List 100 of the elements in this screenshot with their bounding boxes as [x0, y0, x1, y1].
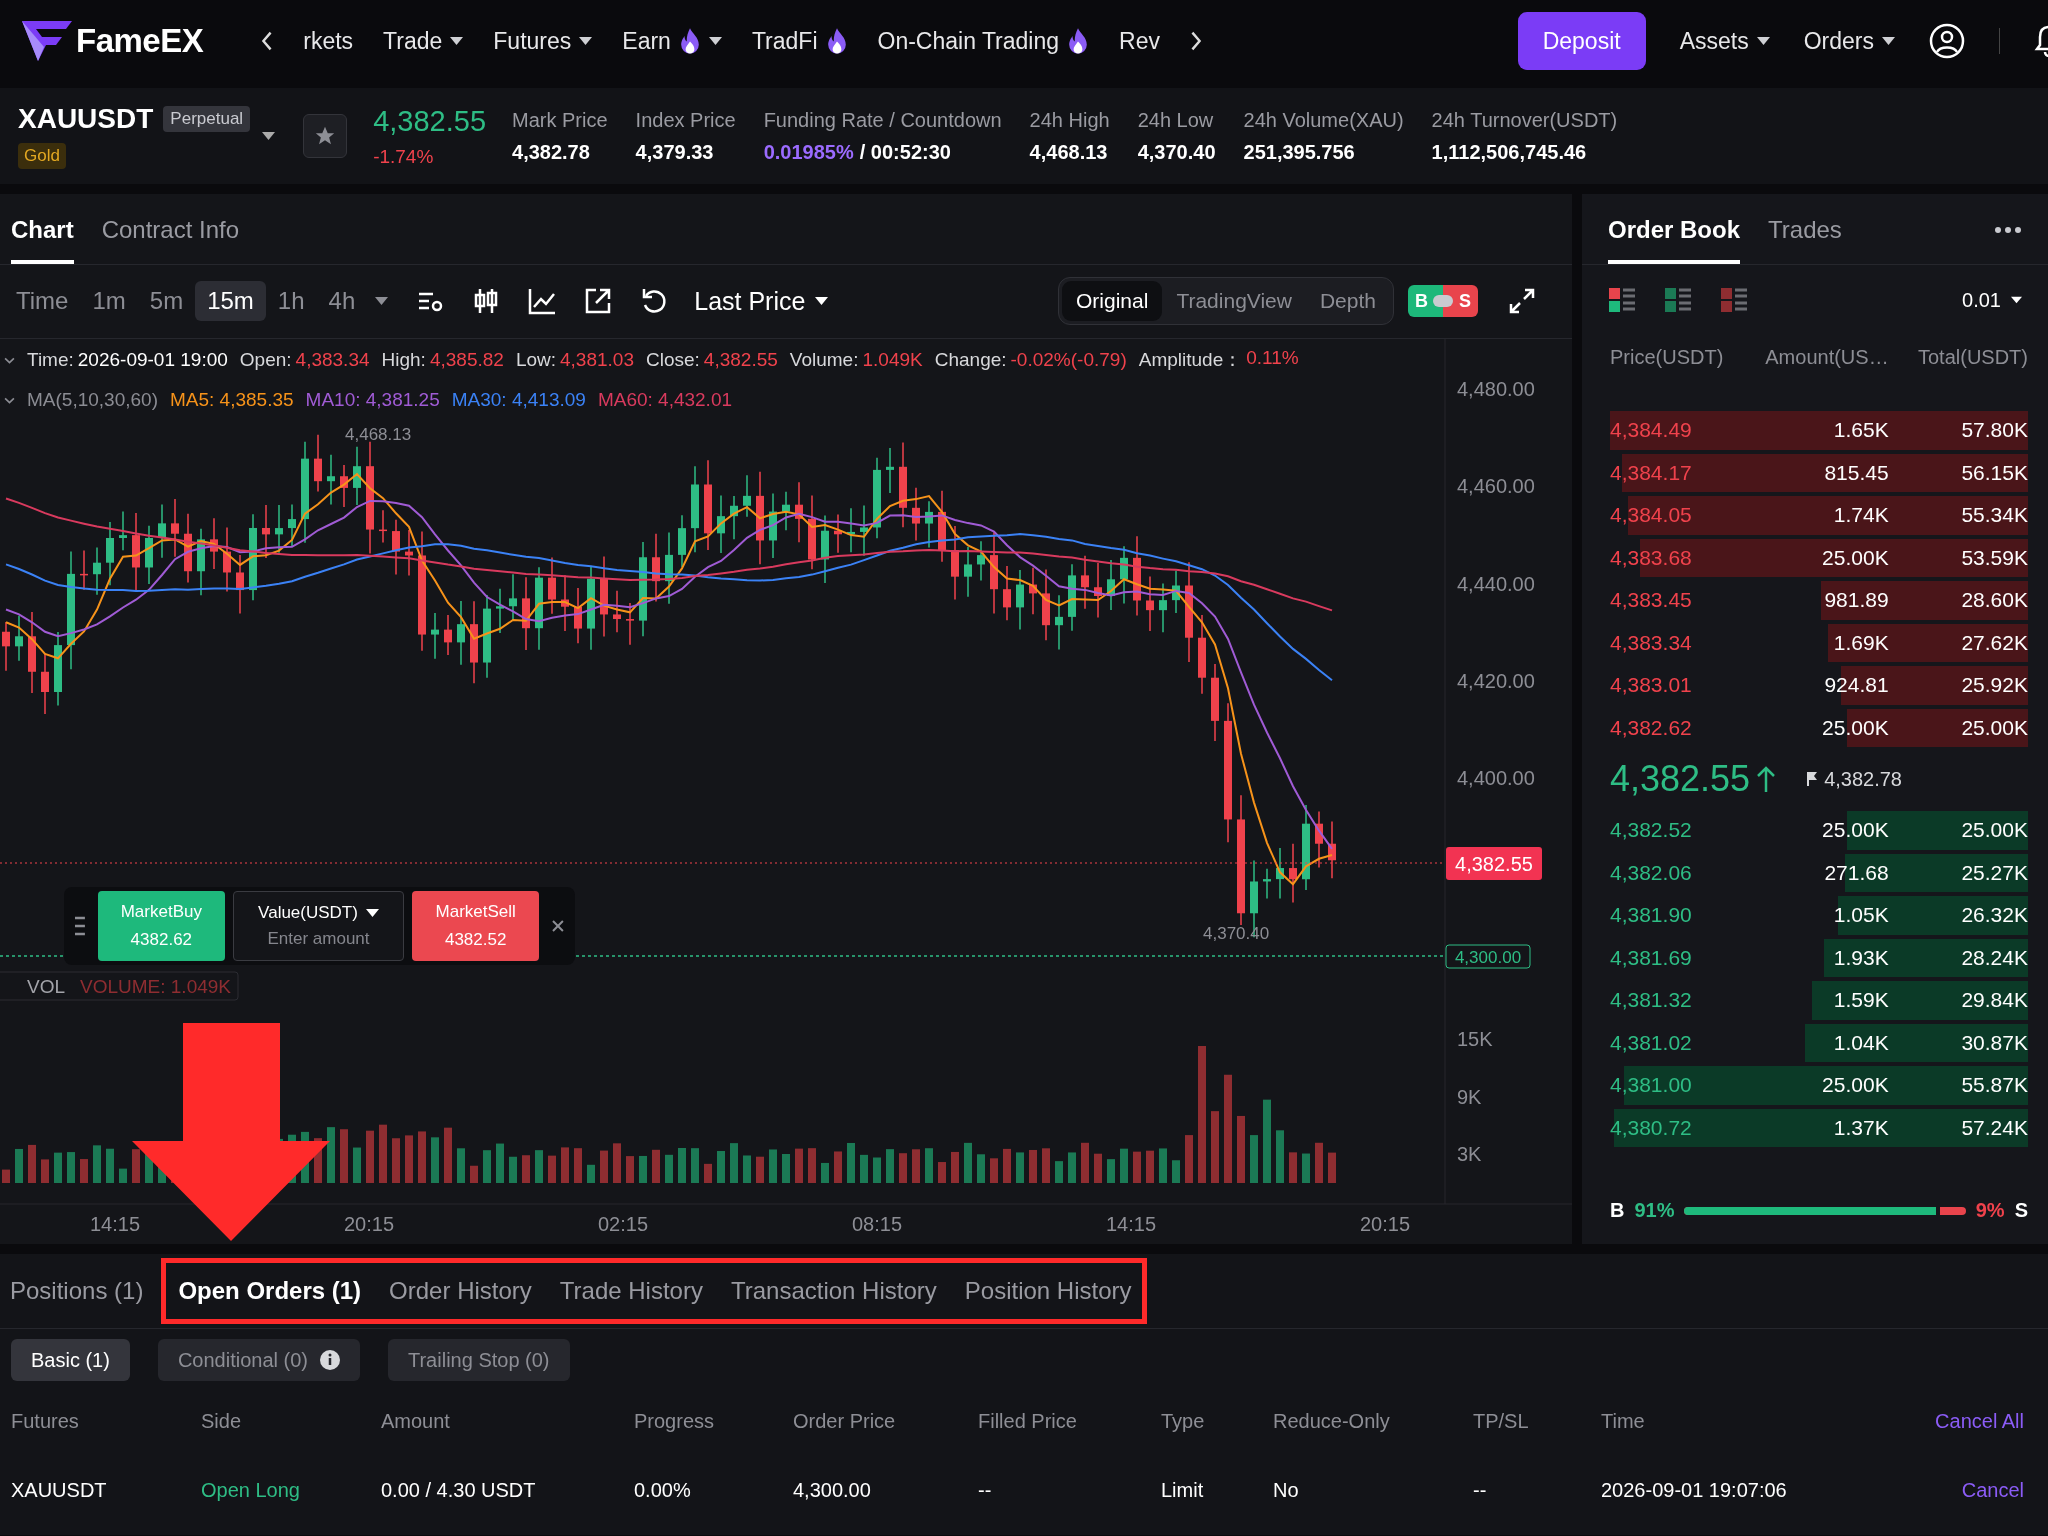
order-tab[interactable]: Order History — [375, 1258, 546, 1324]
market-sell-button[interactable]: MarketSell 4382.52 — [412, 891, 540, 961]
last-price-tag: 4,382.55 — [1446, 847, 1542, 880]
logo-text[interactable]: FameEX — [76, 22, 204, 60]
moving-average-value: MA30: 4,413.09 — [451, 389, 586, 411]
volume-axis-label: 9K — [1457, 1085, 1482, 1108]
nav-menu-item[interactable]: Assets — [1679, 27, 1770, 55]
order-total: 28.24K — [1960, 945, 2028, 970]
time-axis-label: 14:15 — [1105, 1213, 1157, 1235]
nav-menu-item[interactable]: Rev — [1119, 27, 1160, 55]
stat-value: 4,379.33 — [635, 140, 714, 164]
nav-menu-item[interactable]: Trade — [383, 27, 464, 55]
nav-menu-item[interactable]: Orders — [1803, 27, 1895, 55]
order-price[interactable]: 4,383.68 — [1610, 545, 1750, 570]
view-tab[interactable]: Original — [1062, 281, 1163, 322]
order-price[interactable]: 4,381.02 — [1610, 1030, 1750, 1055]
nav-menu-item[interactable]: Futures — [493, 27, 593, 55]
order-amount: 981.89 — [1823, 588, 1889, 613]
interval-tab[interactable]: 15m — [195, 281, 266, 322]
panel-tab[interactable]: Chart — [11, 215, 74, 264]
order-total: 25.00K — [1960, 715, 2028, 740]
order-tab[interactable]: Positions (1) — [10, 1258, 158, 1324]
table-cell-text: 4,300.00 — [793, 1478, 872, 1502]
interval-tab[interactable]: Time — [4, 281, 81, 322]
time-axis-label: 20:15 — [1359, 1213, 1411, 1235]
order-price[interactable]: 4,382.06 — [1610, 860, 1750, 885]
interval-tab[interactable]: 1h — [265, 281, 317, 322]
order-price[interactable]: 4,382.62 — [1610, 715, 1750, 740]
amount-field[interactable]: Value(USDT) Enter amount — [232, 891, 405, 961]
ohlc-label: Open: — [239, 349, 292, 371]
order-price-tag: 4,300.00 — [1445, 944, 1531, 969]
order-price[interactable]: 4,381.69 — [1610, 945, 1750, 970]
interval-tab[interactable]: 5m — [137, 281, 196, 322]
price-type-dropdown[interactable]: Last Price — [694, 286, 829, 316]
unit-dropdown[interactable]: Value(USDT) — [258, 903, 379, 923]
order-amount: 271.68 — [1823, 860, 1889, 885]
nav-menu-item[interactable]: Earn — [622, 27, 722, 55]
order-amount: 25.00K — [1821, 1073, 1889, 1098]
view-tab[interactable]: Depth — [1305, 281, 1390, 322]
cancel-all-link[interactable]: Cancel All — [1935, 1409, 2024, 1433]
cancel-link[interactable]: Cancel — [1961, 1478, 2024, 1502]
order-price[interactable]: 4,383.34 — [1610, 630, 1750, 655]
order-amount: 1.37K — [1832, 1115, 1889, 1140]
table-cell-text: 2026-09-01 19:07:06 — [1601, 1478, 1788, 1502]
time-axis-label: 20:15 — [343, 1213, 395, 1235]
column-header: Progress — [634, 1409, 716, 1433]
order-price[interactable]: 4,383.01 — [1610, 673, 1750, 698]
price-axis-label: 4,460.00 — [1457, 475, 1535, 498]
time-axis-label: 02:15 — [597, 1213, 649, 1235]
panel-tab[interactable]: Trades — [1768, 216, 1842, 264]
order-amount: 1.65K — [1832, 418, 1889, 443]
ohlc-value: 4,383.34 — [295, 349, 370, 371]
order-price[interactable]: 4,384.05 — [1610, 503, 1750, 528]
symbol-name: XAUUSDT — [18, 103, 154, 135]
column-header: Type — [1161, 1409, 1206, 1433]
category-tag: Gold — [18, 143, 66, 169]
time-axis-label: 14:15 — [89, 1213, 141, 1235]
stat-label: 24h Low — [1137, 108, 1215, 132]
table-cell-text: -- — [1473, 1478, 1488, 1502]
nav-menu-item[interactable]: TradFi — [751, 27, 848, 55]
stat-label: Index Price — [635, 108, 736, 132]
order-amount: 25.00K — [1821, 715, 1889, 740]
column-header: Side — [201, 1409, 243, 1433]
buy-label: B — [1610, 1199, 1625, 1222]
order-tab[interactable]: Open Orders (1) — [161, 1258, 376, 1324]
ohlc-value: 2026-09-01 19:00 — [77, 349, 228, 371]
price-axis-label: 4,400.00 — [1457, 767, 1535, 789]
view-tab[interactable]: TradingView — [1162, 281, 1306, 322]
deposit-button[interactable]: Deposit — [1517, 12, 1646, 70]
order-price[interactable]: 4,384.49 — [1610, 418, 1750, 443]
order-price[interactable]: 4,382.52 — [1610, 818, 1750, 843]
column-header: Amount — [381, 1409, 451, 1433]
order-total: 56.15K — [1960, 460, 2028, 485]
price-axis-label: 4,480.00 — [1457, 378, 1535, 400]
order-tab[interactable]: Position History — [950, 1258, 1147, 1324]
order-amount: 25.00K — [1821, 545, 1889, 570]
order-tab[interactable]: Trade History — [545, 1258, 717, 1324]
panel-tab[interactable]: Contract Info — [101, 215, 240, 264]
ohlc-label: Time: — [27, 349, 74, 371]
order-price[interactable]: 4,384.17 — [1610, 460, 1750, 485]
column-header: TP/SL — [1473, 1409, 1530, 1433]
order-price[interactable]: 4,381.32 — [1610, 988, 1750, 1013]
order-price[interactable]: 4,380.72 — [1610, 1115, 1750, 1140]
stat-label: 24h High — [1029, 108, 1110, 132]
order-price[interactable]: 4,381.00 — [1610, 1073, 1750, 1098]
interval-tab[interactable]: 1m — [80, 281, 138, 322]
nav-menu-item[interactable]: On-Chain Trading — [877, 27, 1090, 55]
precision-dropdown[interactable]: 0.01 — [1962, 288, 2022, 312]
panel-tab[interactable]: Order Book — [1608, 216, 1741, 264]
last-price: 4,382.55 — [373, 104, 486, 138]
order-price[interactable]: 4,381.90 — [1610, 903, 1750, 928]
order-filter-tab[interactable]: Basic (1) — [11, 1339, 130, 1381]
column-header: Amount(US… — [1764, 345, 1889, 369]
order-amount: 815.45 — [1823, 460, 1889, 485]
order-price[interactable]: 4,383.45 — [1610, 588, 1750, 613]
order-tab[interactable]: Transaction History — [716, 1258, 951, 1324]
nav-menu-item[interactable]: rkets — [303, 27, 354, 55]
order-filter-tab[interactable]: Conditional (0) — [157, 1339, 360, 1381]
order-filter-tab[interactable]: Trailing Stop (0) — [388, 1339, 570, 1381]
interval-tab[interactable]: 4h — [316, 281, 368, 322]
